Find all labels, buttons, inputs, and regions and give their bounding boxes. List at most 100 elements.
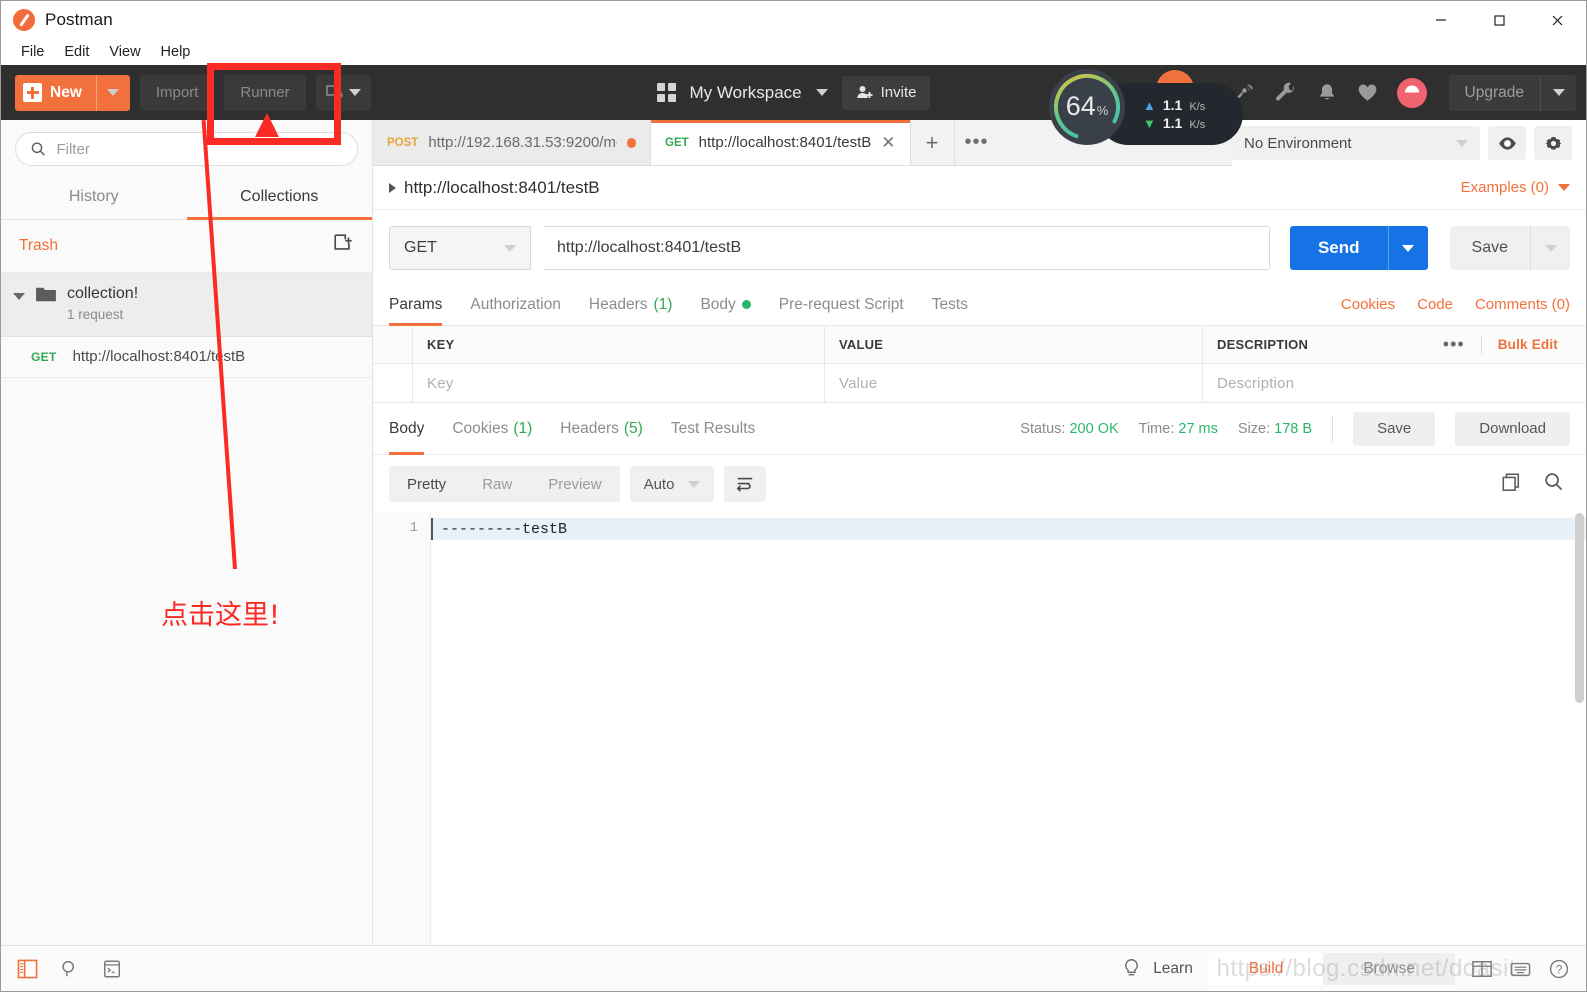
tab-body[interactable]: Body — [700, 284, 751, 326]
wrap-lines-button[interactable] — [724, 466, 767, 502]
response-body-content[interactable]: ---------testB — [431, 513, 1586, 945]
settings-button[interactable] — [1534, 126, 1572, 160]
upgrade-button[interactable]: Upgrade — [1448, 74, 1576, 111]
tab-pre-request-script[interactable]: Pre-request Script — [779, 284, 904, 326]
params-description-input[interactable]: Description — [1203, 364, 1586, 402]
layout-icon[interactable] — [1471, 959, 1493, 979]
response-tab-test-results[interactable]: Test Results — [671, 403, 755, 455]
help-icon[interactable]: ? — [1548, 958, 1570, 980]
search-icon[interactable] — [60, 959, 80, 979]
filter-box[interactable] — [15, 132, 358, 166]
environment-selected-label: No Environment — [1244, 134, 1352, 152]
view-mode-preview[interactable]: Preview — [530, 466, 619, 502]
status-bar-right: Learn Build Browse ? — [1122, 952, 1570, 985]
url-input[interactable] — [543, 226, 1270, 270]
sidebar-tab-collections[interactable]: Collections — [186, 176, 373, 220]
learn-button[interactable]: Learn — [1122, 958, 1193, 979]
request-method-tag: GET — [31, 349, 57, 364]
search-input[interactable] — [56, 140, 343, 158]
heart-icon[interactable] — [1356, 81, 1379, 104]
response-format-select[interactable]: Auto — [629, 466, 715, 502]
save-request-button[interactable]: Save — [1449, 226, 1570, 270]
response-scrollbar[interactable] — [1575, 513, 1584, 703]
runner-button[interactable]: Runner — [224, 74, 306, 111]
new-dropdown-caret[interactable] — [95, 74, 130, 111]
send-dropdown-caret[interactable] — [1387, 226, 1428, 270]
request-tab-get[interactable]: GET http://localhost:8401/testB ✕ — [651, 120, 911, 165]
sidebar-tab-history[interactable]: History — [1, 176, 187, 219]
sidebar-toggle-icon[interactable] — [17, 959, 38, 979]
trash-link[interactable]: Trash — [19, 237, 58, 255]
params-table-row[interactable]: Key Value Description — [373, 364, 1586, 402]
bulk-edit-link[interactable]: Bulk Edit — [1498, 337, 1558, 352]
chevron-right-icon[interactable] — [389, 182, 396, 193]
mode-browse[interactable]: Browse — [1323, 953, 1455, 985]
response-tab-headers[interactable]: Headers (5) — [560, 403, 643, 455]
menu-file[interactable]: File — [11, 39, 54, 65]
response-download-button[interactable]: Download — [1455, 411, 1570, 446]
workspace-selector[interactable]: My Workspace Invite — [656, 75, 931, 110]
params-value-input[interactable]: Value — [825, 364, 1203, 402]
environment-quick-look-button[interactable] — [1488, 126, 1526, 160]
tab-params-label: Params — [389, 295, 443, 313]
comments-link[interactable]: Comments (0) — [1475, 296, 1570, 313]
view-mode-raw[interactable]: Raw — [464, 466, 530, 502]
menu-help[interactable]: Help — [151, 39, 201, 65]
postman-window: Postman File Edit View Help New Import R… — [0, 0, 1587, 992]
environment-bar: No Environment — [1232, 120, 1586, 166]
request-tab-post[interactable]: POST http://192.168.31.53:9200/meg — [373, 120, 651, 165]
tab-authorization[interactable]: Authorization — [470, 284, 560, 326]
new-tab-button[interactable]: + — [911, 120, 955, 165]
avatar[interactable] — [1396, 77, 1427, 108]
download-speed-value: 1.1 — [1162, 115, 1183, 131]
response-tab-body[interactable]: Body — [389, 403, 425, 455]
new-window-button[interactable] — [315, 74, 371, 111]
close-button[interactable] — [1528, 1, 1586, 39]
new-button[interactable]: New — [15, 74, 130, 111]
close-tab-icon[interactable]: ✕ — [881, 134, 895, 151]
invite-button[interactable]: Invite — [841, 75, 931, 110]
mode-build[interactable]: Build — [1208, 952, 1324, 985]
plus-icon — [23, 83, 42, 102]
search-response-icon[interactable] — [1543, 471, 1564, 497]
tab-headers[interactable]: Headers (1) — [589, 284, 673, 326]
examples-dropdown[interactable]: Examples (0) — [1461, 179, 1570, 196]
wrench-icon[interactable] — [1274, 81, 1298, 105]
keyboard-icon[interactable] — [1509, 959, 1532, 979]
params-key-input[interactable]: Key — [413, 364, 825, 402]
trash-row: Trash — [1, 220, 372, 273]
http-method-select[interactable]: GET — [389, 226, 531, 270]
time-value: 27 ms — [1178, 420, 1218, 437]
tab-tests[interactable]: Tests — [932, 284, 968, 326]
postman-logo-icon — [13, 9, 35, 31]
params-row-checkbox-cell[interactable] — [373, 364, 413, 402]
response-save-button[interactable]: Save — [1353, 411, 1436, 446]
sidebar-tabs: History Collections — [1, 176, 372, 220]
view-mode-pretty[interactable]: Pretty — [389, 466, 464, 502]
import-button[interactable]: Import — [139, 74, 215, 111]
response-body-editor[interactable]: 1 ---------testB — [373, 513, 1586, 945]
console-icon[interactable] — [102, 959, 122, 979]
bell-icon[interactable] — [1316, 82, 1338, 104]
new-collection-icon[interactable] — [332, 232, 354, 259]
environment-select[interactable]: No Environment — [1232, 126, 1480, 160]
tab-options-button[interactable]: ••• — [955, 120, 999, 165]
save-dropdown-caret[interactable] — [1530, 226, 1570, 270]
menu-view[interactable]: View — [99, 39, 150, 65]
code-link[interactable]: Code — [1417, 296, 1453, 313]
minimize-button[interactable] — [1412, 1, 1470, 39]
menu-edit[interactable]: Edit — [54, 39, 99, 65]
response-tab-cookies[interactable]: Cookies (1) — [452, 403, 532, 455]
collection-item[interactable]: collection! 1 request — [1, 273, 372, 337]
tab-params[interactable]: Params — [389, 284, 443, 326]
sidebar-request-item[interactable]: GET http://localhost:8401/testB — [1, 337, 372, 378]
cookies-link[interactable]: Cookies — [1341, 296, 1395, 313]
request-url-label: http://localhost:8401/testB — [72, 348, 246, 365]
chevron-down-icon[interactable] — [13, 293, 25, 300]
maximize-button[interactable] — [1470, 1, 1528, 39]
params-more-options-icon[interactable]: ••• — [1443, 334, 1465, 355]
send-button[interactable]: Send — [1289, 226, 1428, 270]
cpu-percent-value: 64 — [1065, 91, 1096, 121]
upgrade-dropdown-caret[interactable] — [1540, 74, 1576, 111]
copy-icon[interactable] — [1501, 472, 1521, 497]
